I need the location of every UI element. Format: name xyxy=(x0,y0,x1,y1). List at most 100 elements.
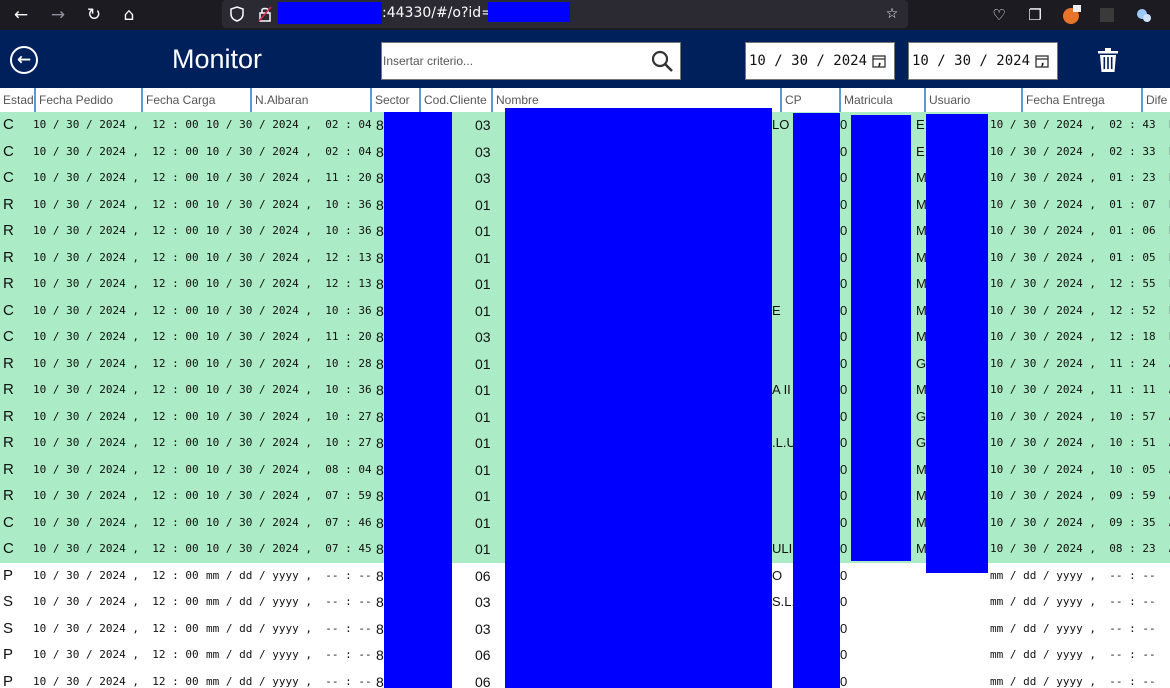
back-circle-icon[interactable]: ← xyxy=(10,46,38,74)
col-fecha-entrega[interactable]: Fecha Entrega xyxy=(1023,88,1143,112)
col-estado[interactable]: Estado xyxy=(0,88,36,112)
cell-usuario: G xyxy=(916,408,926,424)
col-albaran[interactable]: N.Albaran xyxy=(252,88,372,112)
cell-cod-cliente: 06 xyxy=(475,673,491,688)
cell-usuario: M xyxy=(916,382,926,397)
lock-insecure-icon[interactable] xyxy=(254,3,276,25)
cell-cp: 0 xyxy=(840,249,848,265)
search-input[interactable] xyxy=(382,43,643,79)
cell-albaran: 8 xyxy=(376,170,384,186)
extension-icon[interactable] xyxy=(1095,3,1119,27)
cell-estado: P xyxy=(3,646,14,663)
cell-fecha-entrega: mm / dd / yyyy , -- : -- -- xyxy=(990,568,1170,582)
cell-albaran: 8 xyxy=(376,302,384,319)
cell-fecha-carga: 10 / 30 / 2024 , 10 : 36 AM xyxy=(206,224,372,237)
cell-usuario xyxy=(916,563,926,590)
cell-fecha-carga: 10 / 30 / 2024 , 10 : 36 AM xyxy=(206,383,372,396)
cell-cod-cliente: 01 xyxy=(475,249,491,266)
cell-usuario: M xyxy=(916,196,926,212)
home-icon[interactable]: ⌂ xyxy=(117,3,141,27)
reload-icon[interactable]: ↻ xyxy=(82,3,106,27)
cell-albaran: 8 xyxy=(376,382,384,398)
cell-estado: C xyxy=(3,169,14,186)
cell-fecha-entrega: 10 / 30 / 2024 , 12 : 18 PM xyxy=(990,330,1170,343)
star-icon[interactable]: ☆ xyxy=(881,3,903,25)
pocket-icon[interactable]: ♡ xyxy=(987,3,1011,27)
cell-estado: R xyxy=(3,487,14,504)
col-diferencia[interactable]: Dife xyxy=(1143,88,1170,112)
cell-fecha-entrega: 10 / 30 / 2024 , 11 : 11 AM xyxy=(990,383,1170,396)
shield-icon[interactable] xyxy=(226,3,248,25)
cell-cod-cliente: 01 xyxy=(475,223,491,239)
multi-account-icon[interactable] xyxy=(1131,3,1155,27)
cell-albaran: 8 xyxy=(376,435,384,451)
cell-fecha-entrega: 10 / 30 / 2024 , 01 : 07 PM xyxy=(990,197,1170,211)
cell-estado: R xyxy=(3,248,14,266)
calendar-icon[interactable] xyxy=(872,54,886,68)
cell-estado: C xyxy=(3,513,14,531)
cell-fecha-pedido: 10 / 30 / 2024 , 12 : 00 AM xyxy=(33,118,199,131)
address-bar[interactable]: :44330/#/o?id= ☆ xyxy=(222,0,908,28)
cell-cp: 0 xyxy=(840,276,848,291)
cell-fecha-carga: 10 / 30 / 2024 , 10 : 27 AM xyxy=(206,409,372,423)
cell-fecha-carga: 10 / 30 / 2024 , 10 : 36 AM xyxy=(206,197,372,211)
cell-fecha-entrega: mm / dd / yyyy , -- : -- -- xyxy=(990,621,1170,635)
burp-extension-icon[interactable] xyxy=(1059,3,1083,27)
cell-usuario: M xyxy=(916,249,926,265)
cell-nombre xyxy=(772,669,794,688)
redacted-usuario-column xyxy=(926,114,988,573)
cell-usuario: M xyxy=(916,488,926,503)
cell-estado: C xyxy=(3,301,14,319)
cell-albaran: 8 xyxy=(376,488,384,504)
col-fecha-pedido[interactable]: Fecha Pedido xyxy=(36,88,143,112)
url-text: :44330/#/o?id= xyxy=(382,5,493,21)
cell-fecha-entrega: 10 / 30 / 2024 , 08 : 23 AM xyxy=(990,542,1170,555)
cell-cp: 0 xyxy=(840,594,848,609)
cell-estado: R xyxy=(3,354,14,372)
cell-cod-cliente: 03 xyxy=(475,329,491,345)
cell-cod-cliente: 01 xyxy=(475,541,491,557)
cell-albaran: 8 xyxy=(376,329,384,345)
cell-fecha-entrega: 10 / 30 / 2024 , 01 : 06 PM xyxy=(990,224,1170,237)
cell-estado: P xyxy=(3,566,14,584)
date-to-field[interactable]: 10 / 30 / 2024 , xyxy=(908,42,1058,80)
cell-nombre: A II xyxy=(772,382,791,397)
search-box[interactable] xyxy=(381,42,681,80)
cell-usuario: M xyxy=(916,329,926,344)
forward-icon[interactable]: → xyxy=(46,3,70,27)
redacted-cp-column xyxy=(793,113,840,688)
date-from-field[interactable]: 10 / 30 / 2024 , xyxy=(745,42,895,80)
cell-cp: 0 xyxy=(840,408,848,424)
col-matricula[interactable]: Matricula xyxy=(841,88,926,112)
cell-cod-cliente: 01 xyxy=(475,461,491,478)
cell-fecha-carga: 10 / 30 / 2024 , 07 : 59 AM xyxy=(206,489,372,502)
cell-fecha-pedido: 10 / 30 / 2024 , 12 : 00 AM xyxy=(33,462,199,476)
cell-fecha-carga: 10 / 30 / 2024 , 02 : 04 PM xyxy=(206,118,372,131)
cell-usuario xyxy=(916,669,926,688)
col-cp[interactable]: CP xyxy=(782,88,841,112)
cell-nombre: ULI xyxy=(772,541,793,556)
search-icon[interactable] xyxy=(650,49,674,73)
cell-nombre xyxy=(772,642,794,669)
cell-cod-cliente: 01 xyxy=(475,408,491,425)
cell-albaran: 8 xyxy=(376,514,384,531)
cell-fecha-carga: mm / dd / yyyy , -- : -- -- xyxy=(206,621,372,635)
extensions-icon[interactable]: ❐ xyxy=(1023,3,1047,27)
redacted-sector-column xyxy=(384,112,452,688)
cell-nombre: S.L. xyxy=(772,594,794,609)
col-cod-cliente[interactable]: Cod.Cliente xyxy=(421,88,493,112)
back-icon[interactable]: ← xyxy=(9,3,33,27)
cell-fecha-pedido: 10 / 30 / 2024 , 12 : 00 AM xyxy=(33,648,199,661)
cell-cod-cliente: 03 xyxy=(475,594,491,610)
calendar-icon[interactable] xyxy=(1035,54,1049,68)
col-sector[interactable]: Sector xyxy=(372,88,421,112)
cell-cp: 0 xyxy=(840,567,848,583)
col-usuario[interactable]: Usuario xyxy=(926,88,1023,112)
cell-estado: C xyxy=(3,142,14,160)
cell-fecha-pedido: 10 / 30 / 2024 , 12 : 00 AM xyxy=(33,568,199,582)
cell-fecha-carga: mm / dd / yyyy , -- : -- -- xyxy=(206,674,372,688)
cell-fecha-pedido: 10 / 30 / 2024 , 12 : 00 AM xyxy=(33,436,199,449)
cell-fecha-carga: 10 / 30 / 2024 , 12 : 13 PM xyxy=(206,250,372,264)
trash-icon[interactable] xyxy=(1098,48,1118,72)
col-fecha-carga[interactable]: Fecha Carga xyxy=(143,88,252,112)
